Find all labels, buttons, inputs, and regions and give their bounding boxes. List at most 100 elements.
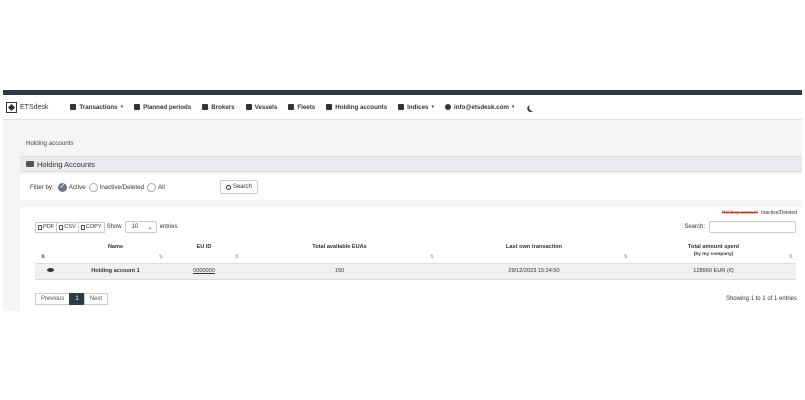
- nav-vessels[interactable]: Vessels: [245, 103, 278, 111]
- search-icon: [225, 184, 231, 190]
- fleet-icon: [288, 104, 295, 110]
- dark-mode-toggle-icon[interactable]: [528, 102, 538, 112]
- export-copy-label: COPY: [85, 224, 102, 230]
- filter-bar: Filter by: Active Inactive/Deleted All S…: [20, 174, 802, 200]
- app-window: ETSdesk Transactions ▾ Planned periods B…: [3, 90, 802, 311]
- holding-accounts-table: ⇅ Name ⇅ EU ID ⇅ Total available EUAs ⇅ Las…: [35, 240, 796, 280]
- cell-euid: 0000000: [166, 263, 242, 280]
- nav-planned-periods[interactable]: Planned periods: [134, 104, 191, 111]
- broker-icon: [202, 104, 209, 110]
- folder-icon: [26, 161, 34, 167]
- cell-spent: 128960 EUR (€): [631, 263, 796, 280]
- nav-fleets-label: Fleets: [297, 103, 316, 111]
- eye-icon[interactable]: [46, 268, 54, 272]
- caret-down-icon: ▾: [120, 104, 124, 110]
- filter-active-label[interactable]: Active: [69, 184, 86, 191]
- breadcrumb: Holding accounts: [26, 140, 74, 147]
- brand-name: ETSdesk: [20, 103, 49, 111]
- col-spent-label: Total amount spent: [687, 244, 740, 250]
- filter-active-radio[interactable]: [57, 182, 67, 192]
- panel-title: Holding Accounts: [37, 159, 95, 169]
- navbar: ETSdesk Transactions ▾ Planned periods B…: [3, 95, 802, 120]
- col-spent-header[interactable]: Total amount spent (by my company) ⇅: [631, 240, 796, 264]
- col-last-tx-label: Last own transaction: [506, 244, 562, 250]
- nav-indices[interactable]: Indices ▾: [398, 104, 434, 111]
- filter-all-label[interactable]: All: [158, 184, 165, 191]
- user-icon: [445, 104, 451, 110]
- col-euid-header[interactable]: EU ID ⇅: [166, 240, 242, 264]
- cell-last-tx: 29/12/2023 15:24:50: [437, 263, 631, 280]
- transactions-icon: [70, 104, 77, 110]
- page-length-select[interactable]: 10 ⌄: [124, 221, 157, 233]
- export-csv-button[interactable]: CSV: [56, 221, 79, 233]
- nav-holding-accounts[interactable]: Holding accounts: [326, 104, 387, 111]
- nav-indices-label: Indices: [407, 103, 429, 111]
- account-icon: [326, 104, 333, 110]
- table-header-row: ⇅ Name ⇅ EU ID ⇅ Total available EUAs ⇅ Las…: [35, 240, 796, 264]
- pagination-page-1[interactable]: 1: [69, 293, 85, 305]
- table-search: Search:: [684, 221, 796, 233]
- sort-icon: ⇅: [788, 253, 793, 260]
- nav-transactions-label: Transactions: [79, 103, 118, 111]
- table-panel: Holding account Inactive/Deleted PDF CSV…: [20, 207, 802, 311]
- etsdesk-logo-icon: [6, 101, 17, 113]
- ship-icon: [245, 104, 252, 110]
- col-euas-label: Total available EUAs: [312, 244, 367, 250]
- table-controls: PDF CSV COPY Show 10 ⌄ entries: [35, 221, 178, 233]
- chevron-down-icon: ⌄: [147, 224, 153, 231]
- filter-search-label: Search: [232, 184, 252, 190]
- col-name-header[interactable]: Name ⇅: [65, 240, 166, 264]
- nav-planned-periods-label: Planned periods: [143, 103, 192, 111]
- nav-brokers[interactable]: Brokers: [202, 103, 235, 111]
- nav-user-menu[interactable]: info@etsdesk.com ▾: [445, 104, 514, 111]
- show-label: Show: [106, 224, 122, 230]
- nav-holding-accounts-label: Holding accounts: [335, 103, 388, 111]
- col-actions-header[interactable]: ⇅: [35, 240, 65, 264]
- nav-brokers-label: Brokers: [211, 103, 235, 111]
- legend-struck-text: Holding account: [721, 210, 758, 216]
- pagination-info: Showing 1 to 1 of 1 entries: [725, 296, 797, 302]
- nav-user-label: info@etsdesk.com: [454, 103, 509, 111]
- euid-link[interactable]: 0000000: [193, 268, 215, 274]
- export-csv-label: CSV: [64, 224, 76, 230]
- export-pdf-button[interactable]: PDF: [35, 221, 58, 233]
- filter-inactive-radio[interactable]: [88, 182, 98, 192]
- filter-search-button[interactable]: Search: [219, 180, 258, 194]
- caret-down-icon: ▾: [511, 104, 515, 110]
- export-pdf-label: PDF: [43, 224, 55, 230]
- view-cell[interactable]: [35, 263, 65, 280]
- col-spent-sublabel: (by my company): [693, 252, 734, 257]
- col-euid-label: EU ID: [196, 244, 212, 250]
- cell-euas: 150: [242, 263, 437, 280]
- panel-header: Holding Accounts: [20, 156, 802, 172]
- csv-icon: [59, 224, 64, 230]
- legend: Holding account Inactive/Deleted: [722, 210, 797, 216]
- legend-text: Inactive/Deleted: [761, 210, 797, 216]
- nav-transactions[interactable]: Transactions ▾: [70, 104, 123, 111]
- caret-down-icon: ▾: [431, 104, 434, 110]
- export-copy-button[interactable]: COPY: [77, 221, 105, 233]
- col-euas-header[interactable]: Total available EUAs ⇅: [242, 240, 437, 264]
- filter-inactive-label[interactable]: Inactive/Deleted: [100, 184, 144, 191]
- brand[interactable]: ETSdesk: [6, 101, 49, 113]
- table-search-input[interactable]: [709, 221, 796, 233]
- pagination-previous[interactable]: Previous: [35, 293, 71, 305]
- pdf-icon: [38, 224, 42, 230]
- chart-icon: [398, 104, 405, 110]
- nav-fleets[interactable]: Fleets: [288, 104, 315, 111]
- table-search-label: Search:: [684, 224, 705, 230]
- cell-name: Holding account 1: [65, 263, 166, 280]
- nav-vessels-label: Vessels: [254, 103, 278, 111]
- calendar-icon: [134, 104, 141, 110]
- sort-icon: ⇅: [429, 253, 434, 260]
- copy-icon: [80, 224, 85, 230]
- col-name-label: Name: [107, 244, 124, 250]
- table-row[interactable]: Holding account 1 0000000 150 29/12/2023…: [35, 263, 796, 280]
- table-footer: Previous 1 Next Showing 1 to 1 of 1 entr…: [35, 293, 797, 305]
- col-last-tx-header[interactable]: Last own transaction ⇅: [437, 240, 631, 264]
- sort-icon: ⇅: [623, 253, 628, 260]
- filter-label: Filter by:: [30, 183, 54, 191]
- sort-icon: ⇅: [234, 253, 239, 260]
- filter-all-radio[interactable]: [146, 182, 156, 192]
- pagination-next[interactable]: Next: [83, 293, 109, 305]
